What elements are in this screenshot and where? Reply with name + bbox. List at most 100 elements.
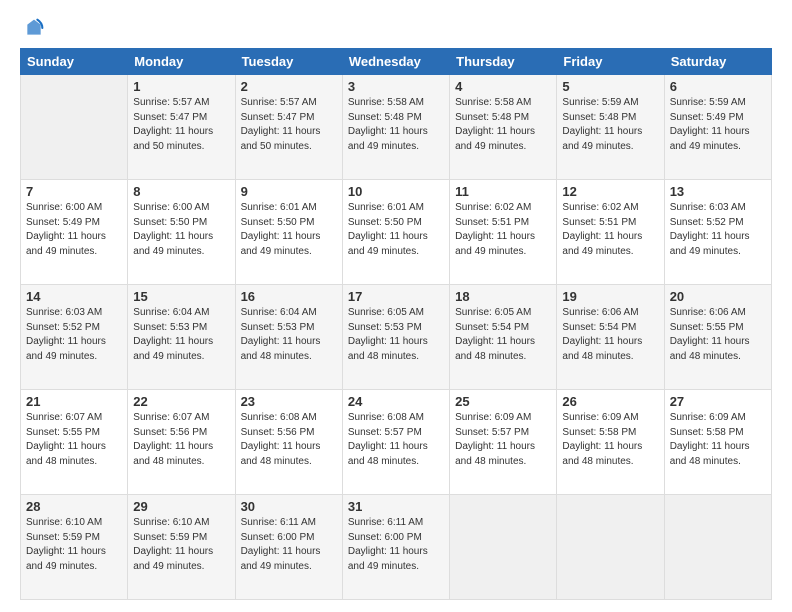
- week-row-2: 7 Sunrise: 6:00 AMSunset: 5:49 PMDaylight…: [21, 180, 772, 285]
- day-number: 4: [455, 79, 551, 94]
- day-info: Sunrise: 6:10 AMSunset: 5:59 PMDaylight:…: [133, 516, 229, 574]
- day-info: Sunrise: 6:04 AMSunset: 5:53 PMDaylight:…: [241, 306, 337, 364]
- weekday-header-saturday: Saturday: [664, 49, 771, 75]
- day-cell: 17 Sunrise: 6:05 AMSunset: 5:53 PMDayligh…: [342, 285, 449, 390]
- day-cell: 1 Sunrise: 5:57 AMSunset: 5:47 PMDaylight…: [128, 75, 235, 180]
- day-cell: 11 Sunrise: 6:02 AMSunset: 5:51 PMDayligh…: [450, 180, 557, 285]
- weekday-header-thursday: Thursday: [450, 49, 557, 75]
- day-number: 24: [348, 394, 444, 409]
- day-info: Sunrise: 6:07 AMSunset: 5:55 PMDaylight:…: [26, 411, 122, 469]
- day-info: Sunrise: 6:11 AMSunset: 6:00 PMDaylight:…: [348, 516, 444, 574]
- day-info: Sunrise: 6:09 AMSunset: 5:58 PMDaylight:…: [670, 411, 766, 469]
- day-number: 1: [133, 79, 229, 94]
- day-info: Sunrise: 6:11 AMSunset: 6:00 PMDaylight:…: [241, 516, 337, 574]
- day-cell: 2Sunrise: 5:57 AMSunset: 5:47 PMDaylight…: [235, 75, 342, 180]
- day-info: Sunrise: 6:08 AMSunset: 5:56 PMDaylight:…: [241, 411, 337, 469]
- calendar: SundayMondayTuesdayWednesdayThursdayFrid…: [20, 48, 772, 600]
- day-cell: 15Sunrise: 6:04 AMSunset: 5:53 PMDayligh…: [128, 285, 235, 390]
- weekday-header-wednesday: Wednesday: [342, 49, 449, 75]
- day-info: Sunrise: 6:09 AMSunset: 5:58 PMDaylight:…: [562, 411, 658, 469]
- day-info: Sunrise: 6:05 AMSunset: 5:54 PMDaylight:…: [455, 306, 551, 364]
- day-number: 21: [26, 394, 122, 409]
- week-row-4: 21 Sunrise: 6:07 AMSunset: 5:55 PMDayligh…: [21, 390, 772, 495]
- day-cell: 18 Sunrise: 6:05 AMSunset: 5:54 PMDayligh…: [450, 285, 557, 390]
- day-cell: 24 Sunrise: 6:08 AMSunset: 5:57 PMDayligh…: [342, 390, 449, 495]
- day-info: Sunrise: 6:09 AMSunset: 5:57 PMDaylight:…: [455, 411, 551, 469]
- day-number: 22: [133, 394, 229, 409]
- day-number: 29: [133, 499, 229, 514]
- day-number: 3: [348, 79, 444, 94]
- weekday-header-tuesday: Tuesday: [235, 49, 342, 75]
- day-info: Sunrise: 5:57 AMSunset: 5:47 PMDaylight:…: [241, 96, 337, 154]
- week-row-3: 14 Sunrise: 6:03 AMSunset: 5:52 PMDayligh…: [21, 285, 772, 390]
- day-number: 26: [562, 394, 658, 409]
- day-cell: 19 Sunrise: 6:06 AMSunset: 5:54 PMDayligh…: [557, 285, 664, 390]
- logo-area: [20, 18, 46, 38]
- day-cell: 31 Sunrise: 6:11 AMSunset: 6:00 PMDayligh…: [342, 495, 449, 600]
- day-number: 17: [348, 289, 444, 304]
- day-number: 15: [133, 289, 229, 304]
- day-number: 13: [670, 184, 766, 199]
- day-cell: 7 Sunrise: 6:00 AMSunset: 5:49 PMDaylight…: [21, 180, 128, 285]
- week-row-1: 1 Sunrise: 5:57 AMSunset: 5:47 PMDaylight…: [21, 75, 772, 180]
- day-cell: [450, 495, 557, 600]
- day-info: Sunrise: 6:02 AMSunset: 5:51 PMDaylight:…: [562, 201, 658, 259]
- day-number: 10: [348, 184, 444, 199]
- day-info: Sunrise: 6:00 AMSunset: 5:50 PMDaylight:…: [133, 201, 229, 259]
- day-info: Sunrise: 6:01 AMSunset: 5:50 PMDaylight:…: [241, 201, 337, 259]
- day-info: Sunrise: 5:59 AMSunset: 5:48 PMDaylight:…: [562, 96, 658, 154]
- day-info: Sunrise: 5:59 AMSunset: 5:49 PMDaylight:…: [670, 96, 766, 154]
- day-number: 7: [26, 184, 122, 199]
- day-cell: 20 Sunrise: 6:06 AMSunset: 5:55 PMDayligh…: [664, 285, 771, 390]
- day-cell: 25 Sunrise: 6:09 AMSunset: 5:57 PMDayligh…: [450, 390, 557, 495]
- day-cell: 9Sunrise: 6:01 AMSunset: 5:50 PMDaylight…: [235, 180, 342, 285]
- day-cell: 6 Sunrise: 5:59 AMSunset: 5:49 PMDaylight…: [664, 75, 771, 180]
- day-info: Sunrise: 6:06 AMSunset: 5:54 PMDaylight:…: [562, 306, 658, 364]
- page: SundayMondayTuesdayWednesdayThursdayFrid…: [0, 0, 792, 612]
- day-info: Sunrise: 5:57 AMSunset: 5:47 PMDaylight:…: [133, 96, 229, 154]
- day-number: 11: [455, 184, 551, 199]
- day-number: 18: [455, 289, 551, 304]
- day-cell: 4Sunrise: 5:58 AMSunset: 5:48 PMDaylight…: [450, 75, 557, 180]
- day-cell: [664, 495, 771, 600]
- day-cell: 13 Sunrise: 6:03 AMSunset: 5:52 PMDayligh…: [664, 180, 771, 285]
- day-cell: 12 Sunrise: 6:02 AMSunset: 5:51 PMDayligh…: [557, 180, 664, 285]
- day-number: 31: [348, 499, 444, 514]
- day-number: 6: [670, 79, 766, 94]
- day-info: Sunrise: 6:10 AMSunset: 5:59 PMDaylight:…: [26, 516, 122, 574]
- day-cell: 3Sunrise: 5:58 AMSunset: 5:48 PMDaylight…: [342, 75, 449, 180]
- day-info: Sunrise: 6:06 AMSunset: 5:55 PMDaylight:…: [670, 306, 766, 364]
- day-cell: 8 Sunrise: 6:00 AMSunset: 5:50 PMDaylight…: [128, 180, 235, 285]
- day-cell: 16 Sunrise: 6:04 AMSunset: 5:53 PMDayligh…: [235, 285, 342, 390]
- day-cell: 10 Sunrise: 6:01 AMSunset: 5:50 PMDayligh…: [342, 180, 449, 285]
- day-number: 16: [241, 289, 337, 304]
- day-cell: 30 Sunrise: 6:11 AMSunset: 6:00 PMDayligh…: [235, 495, 342, 600]
- day-info: Sunrise: 6:05 AMSunset: 5:53 PMDaylight:…: [348, 306, 444, 364]
- weekday-header-row: SundayMondayTuesdayWednesdayThursdayFrid…: [21, 49, 772, 75]
- week-row-5: 28 Sunrise: 6:10 AMSunset: 5:59 PMDayligh…: [21, 495, 772, 600]
- day-info: Sunrise: 6:03 AMSunset: 5:52 PMDaylight:…: [670, 201, 766, 259]
- day-number: 8: [133, 184, 229, 199]
- weekday-header-monday: Monday: [128, 49, 235, 75]
- day-number: 20: [670, 289, 766, 304]
- day-cell: 14 Sunrise: 6:03 AMSunset: 5:52 PMDayligh…: [21, 285, 128, 390]
- day-cell: [21, 75, 128, 180]
- day-cell: 22 Sunrise: 6:07 AMSunset: 5:56 PMDayligh…: [128, 390, 235, 495]
- day-cell: 29 Sunrise: 6:10 AMSunset: 5:59 PMDayligh…: [128, 495, 235, 600]
- logo: [20, 18, 46, 38]
- day-number: 19: [562, 289, 658, 304]
- day-info: Sunrise: 6:00 AMSunset: 5:49 PMDaylight:…: [26, 201, 122, 259]
- day-number: 12: [562, 184, 658, 199]
- day-info: Sunrise: 6:03 AMSunset: 5:52 PMDaylight:…: [26, 306, 122, 364]
- header: [20, 18, 772, 38]
- day-cell: 28 Sunrise: 6:10 AMSunset: 5:59 PMDayligh…: [21, 495, 128, 600]
- day-number: 28: [26, 499, 122, 514]
- day-number: 14: [26, 289, 122, 304]
- day-number: 30: [241, 499, 337, 514]
- day-info: Sunrise: 6:07 AMSunset: 5:56 PMDaylight:…: [133, 411, 229, 469]
- day-cell: 5Sunrise: 5:59 AMSunset: 5:48 PMDaylight…: [557, 75, 664, 180]
- day-info: Sunrise: 6:02 AMSunset: 5:51 PMDaylight:…: [455, 201, 551, 259]
- day-info: Sunrise: 6:08 AMSunset: 5:57 PMDaylight:…: [348, 411, 444, 469]
- day-info: Sunrise: 6:01 AMSunset: 5:50 PMDaylight:…: [348, 201, 444, 259]
- day-number: 25: [455, 394, 551, 409]
